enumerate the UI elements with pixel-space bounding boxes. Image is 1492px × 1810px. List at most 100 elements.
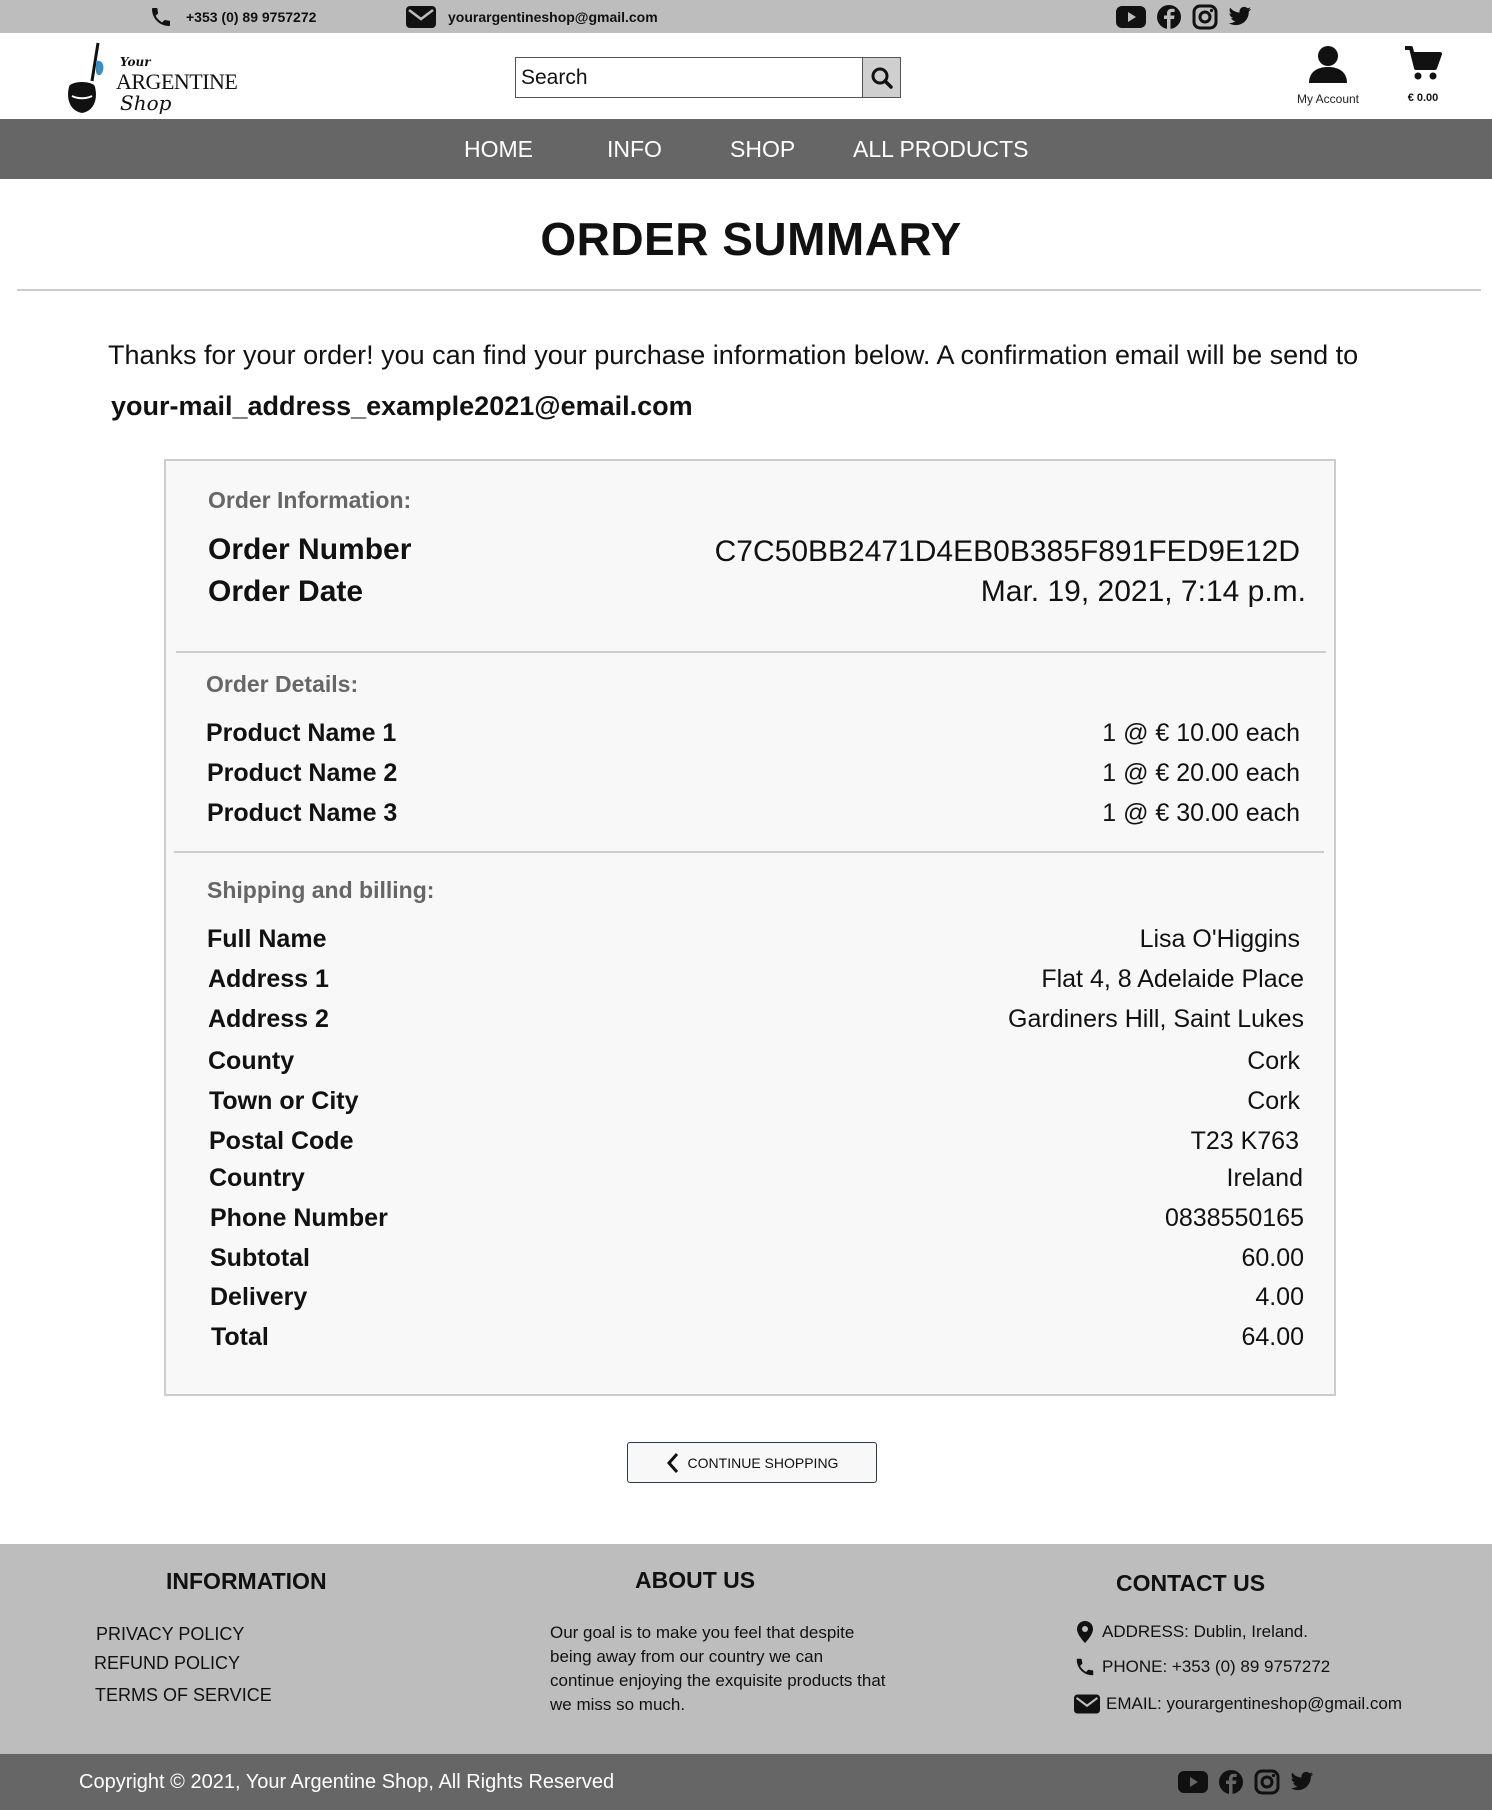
refund-policy-link[interactable]: REFUND POLICY bbox=[94, 1653, 240, 1674]
nav-all-products[interactable]: ALL PRODUCTS bbox=[853, 119, 1029, 179]
chevron-left-icon bbox=[666, 1452, 678, 1473]
order-date-value: Mar. 19, 2021, 7:14 p.m. bbox=[980, 575, 1306, 608]
footer-about-heading: ABOUT US bbox=[635, 1567, 756, 1593]
county-value: Cork bbox=[1247, 1047, 1300, 1075]
cart-total: € 0.00 bbox=[1407, 92, 1439, 104]
contact-email[interactable]: EMAIL: yourargentineshop@gmail.com bbox=[1074, 1694, 1402, 1714]
phone-number-label: Phone Number bbox=[210, 1204, 388, 1232]
full-name-label: Full Name bbox=[207, 925, 327, 953]
search-icon bbox=[871, 67, 893, 89]
nav-home[interactable]: HOME bbox=[464, 119, 533, 179]
confirmation-email: your-mail_address_example2021@email.com bbox=[111, 391, 693, 421]
address-2-label: Address 2 bbox=[208, 1005, 329, 1033]
order-date-label: Order Date bbox=[208, 575, 364, 608]
search-bar bbox=[515, 57, 901, 98]
county-label: County bbox=[208, 1047, 295, 1075]
shop-logo[interactable]: Your ARGENTINE Shop bbox=[66, 41, 238, 116]
mail-icon bbox=[1074, 1694, 1100, 1714]
footer-information-heading: INFORMATION bbox=[166, 1568, 327, 1594]
logo-shop: Shop bbox=[120, 91, 172, 115]
delivery-label: Delivery bbox=[210, 1283, 308, 1311]
search-input[interactable] bbox=[515, 57, 863, 98]
continue-shopping-button[interactable]: CONTINUE SHOPPING bbox=[627, 1442, 877, 1483]
footer-contact-heading: CONTACT US bbox=[1116, 1570, 1266, 1596]
instagram-icon[interactable] bbox=[1254, 1769, 1280, 1795]
cart-link[interactable]: € 0.00 bbox=[1398, 45, 1448, 104]
subtotal-value: 60.00 bbox=[1241, 1244, 1304, 1272]
youtube-icon[interactable] bbox=[1178, 1771, 1208, 1793]
facebook-icon[interactable] bbox=[1156, 4, 1182, 30]
shipping-heading: Shipping and billing: bbox=[207, 877, 435, 903]
address-2-value: Gardiners Hill, Saint Lukes bbox=[1008, 1005, 1304, 1033]
topbar-phone-text: +353 (0) 89 9757272 bbox=[186, 8, 317, 25]
facebook-icon[interactable] bbox=[1218, 1769, 1244, 1795]
order-number-value: C7C50BB2471D4EB0B385F891FED9E12D bbox=[714, 535, 1300, 568]
full-name-value: Lisa O'Higgins bbox=[1139, 925, 1300, 953]
footer-social bbox=[1178, 1769, 1314, 1795]
copyright-text: Copyright © 2021, Your Argentine Shop, A… bbox=[79, 1771, 615, 1793]
main-nav: HOME INFO SHOP ALL PRODUCTS bbox=[0, 119, 1492, 179]
contact-address: ADDRESS: Dublin, Ireland. bbox=[1074, 1620, 1308, 1644]
product-2-name: Product Name 2 bbox=[207, 759, 398, 787]
topbar-social bbox=[1116, 4, 1252, 30]
phone-icon bbox=[1076, 1658, 1094, 1676]
product-2-price: 1 @ € 20.00 each bbox=[1102, 759, 1300, 787]
bottom-bar: Copyright © 2021, Your Argentine Shop, A… bbox=[0, 1754, 1492, 1810]
topbar-phone[interactable]: +353 (0) 89 9757272 bbox=[148, 0, 316, 33]
town-value: Cork bbox=[1247, 1087, 1300, 1115]
address-1-value: Flat 4, 8 Adelaide Place bbox=[1041, 965, 1304, 993]
account-label: My Account bbox=[1296, 92, 1360, 106]
total-value: 64.00 bbox=[1241, 1323, 1304, 1351]
contact-phone-text: PHONE: +353 (0) 89 9757272 bbox=[1102, 1657, 1331, 1676]
nav-shop[interactable]: SHOP bbox=[730, 119, 795, 179]
postal-code-value: T23 K763 bbox=[1190, 1127, 1299, 1155]
phone-number-value: 0838550165 bbox=[1164, 1204, 1304, 1232]
continue-shopping-label: CONTINUE SHOPPING bbox=[687, 1454, 839, 1471]
site-header: Your ARGENTINE Shop My Account € 0.00 bbox=[0, 33, 1492, 119]
contact-address-text: ADDRESS: Dublin, Ireland. bbox=[1102, 1622, 1308, 1641]
site-footer: INFORMATION PRIVACY POLICY REFUND POLICY… bbox=[0, 1544, 1492, 1754]
title-divider bbox=[17, 289, 1481, 291]
user-icon bbox=[1309, 46, 1347, 83]
phone-icon bbox=[152, 7, 170, 26]
map-pin-icon bbox=[1077, 1621, 1093, 1643]
logo-your: Your bbox=[120, 55, 151, 69]
page-title: ORDER SUMMARY bbox=[540, 213, 962, 265]
mate-cup-icon bbox=[68, 42, 104, 113]
delivery-value: 4.00 bbox=[1255, 1283, 1304, 1311]
order-info-divider bbox=[176, 651, 1326, 653]
nav-info[interactable]: INFO bbox=[607, 119, 662, 179]
country-value: Ireland bbox=[1226, 1164, 1303, 1192]
mail-icon bbox=[406, 5, 436, 28]
postal-code-label: Postal Code bbox=[209, 1127, 354, 1155]
terms-of-service-link[interactable]: TERMS OF SERVICE bbox=[95, 1685, 272, 1706]
cart-icon bbox=[1405, 46, 1442, 80]
topbar-email[interactable]: yourargentineshop@gmail.com bbox=[406, 0, 658, 33]
contact-phone[interactable]: PHONE: +353 (0) 89 9757272 bbox=[1074, 1656, 1330, 1678]
product-3-name: Product Name 3 bbox=[207, 799, 398, 827]
subtotal-label: Subtotal bbox=[210, 1244, 310, 1272]
order-details-heading: Order Details: bbox=[206, 671, 359, 697]
product-1-price: 1 @ € 10.00 each bbox=[1102, 719, 1300, 747]
instagram-icon[interactable] bbox=[1192, 4, 1218, 30]
account-link[interactable]: My Account bbox=[1292, 45, 1364, 106]
twitter-icon[interactable] bbox=[1290, 1771, 1314, 1793]
twitter-icon[interactable] bbox=[1228, 6, 1252, 28]
address-1-label: Address 1 bbox=[208, 965, 329, 993]
order-info-heading: Order Information: bbox=[208, 487, 412, 513]
total-label: Total bbox=[211, 1323, 269, 1351]
search-button[interactable] bbox=[863, 57, 901, 98]
product-1-name: Product Name 1 bbox=[206, 719, 397, 747]
thanks-message: Thanks for your order! you can find your… bbox=[108, 340, 1359, 370]
product-3-price: 1 @ € 30.00 each bbox=[1102, 799, 1300, 827]
top-bar: +353 (0) 89 9757272 yourargentineshop@gm… bbox=[0, 0, 1492, 33]
country-label: Country bbox=[209, 1164, 305, 1192]
topbar-email-text: yourargentineshop@gmail.com bbox=[448, 8, 658, 25]
order-number-label: Order Number bbox=[208, 533, 412, 566]
order-summary-panel: Order Information: Order Number C7C50BB2… bbox=[164, 459, 1336, 1396]
privacy-policy-link[interactable]: PRIVACY POLICY bbox=[96, 1624, 244, 1645]
youtube-icon[interactable] bbox=[1116, 6, 1146, 28]
contact-email-text: EMAIL: yourargentineshop@gmail.com bbox=[1106, 1694, 1403, 1713]
about-text: Our goal is to make you feel that despit… bbox=[550, 1623, 886, 1714]
town-label: Town or City bbox=[209, 1087, 359, 1115]
